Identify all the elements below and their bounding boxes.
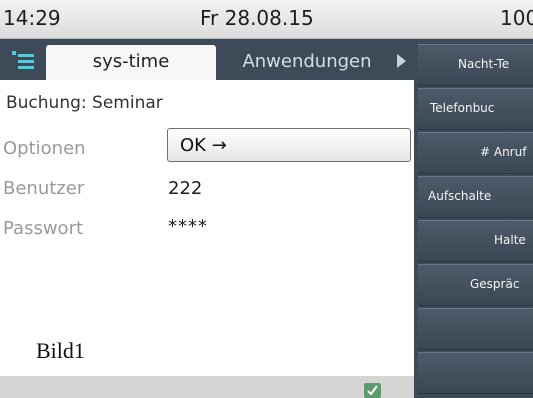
tab-label: Anwendungen [242, 51, 372, 72]
clock-time: 14:29 [3, 6, 61, 30]
softkey-telefonbuch[interactable]: Telefonbuc [418, 88, 533, 130]
softkey-label: Nacht-Te [458, 57, 510, 71]
softkey-nacht[interactable]: Nacht-Te [418, 44, 533, 86]
softkey-panel: Nacht-Te Telefonbuc # Anruf Aufschalte H… [414, 39, 533, 398]
softkey-empty-2[interactable] [418, 352, 533, 394]
menu-icon[interactable] [12, 51, 34, 69]
tab-anwendungen[interactable]: Anwendungen [222, 45, 392, 80]
tab-bar: sys-time Anwendungen [0, 39, 414, 80]
image-caption: Bild1 [36, 338, 85, 363]
password-value: **** [168, 216, 208, 237]
bottom-bar [0, 376, 414, 398]
softkey-anrufe[interactable]: # Anruf [418, 132, 533, 174]
softkey-label: Halte [494, 233, 526, 247]
softkey-aufschalten[interactable]: Aufschalte [418, 176, 533, 218]
softkey-label: Aufschalte [428, 189, 492, 203]
ok-button[interactable]: OK → [167, 128, 411, 162]
booking-title: Buchung: Seminar [6, 93, 163, 113]
user-value: 222 [168, 178, 203, 199]
tab-sys-time[interactable]: sys-time [46, 45, 216, 80]
main-content: Buchung: Seminar Optionen OK → Benutzer … [0, 80, 414, 376]
password-label: Passwort [3, 218, 84, 239]
softkey-empty-1[interactable] [418, 308, 533, 350]
arrow-right-icon[interactable] [397, 54, 406, 68]
status-bar: 14:29 Fr 28.08.15 100 [0, 0, 533, 39]
extension-number: 100 [500, 6, 533, 30]
options-label: Optionen [3, 138, 86, 159]
current-date: Fr 28.08.15 [200, 6, 314, 30]
checkmark-icon[interactable] [364, 383, 381, 398]
softkey-gespraech[interactable]: Gespräc [418, 264, 533, 306]
user-label: Benutzer [3, 178, 85, 199]
ok-button-label: OK → [180, 135, 227, 156]
softkey-label: Telefonbuc [430, 101, 495, 115]
softkey-label: Gespräc [470, 277, 520, 291]
softkey-halten[interactable]: Halte [418, 220, 533, 262]
tab-label: sys-time [92, 51, 170, 72]
softkey-label: # Anruf [480, 145, 527, 159]
